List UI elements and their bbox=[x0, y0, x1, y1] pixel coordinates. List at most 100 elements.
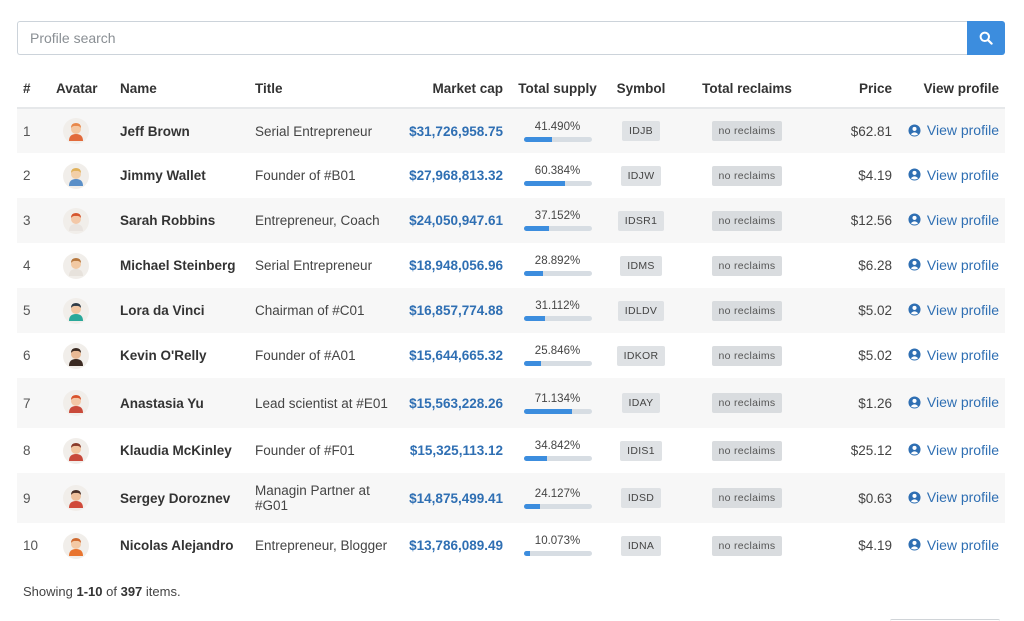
avatar-cell bbox=[50, 288, 114, 333]
symbol-badge: IDSR1 bbox=[617, 210, 665, 231]
symbol-badge: IDJB bbox=[622, 121, 660, 141]
woman-redhead-avatar bbox=[63, 207, 89, 234]
profile-name: Klaudia McKinley bbox=[120, 443, 232, 458]
user-circle-icon bbox=[908, 396, 921, 409]
row-number: 3 bbox=[23, 213, 31, 228]
total-supply-value: 10.073% bbox=[534, 535, 581, 547]
man-dark-hair-avatar bbox=[63, 485, 89, 511]
view-profile-label: View profile bbox=[926, 489, 999, 506]
reclaims-badge: no reclaims bbox=[711, 535, 783, 556]
view-profile-link[interactable]: View profile bbox=[908, 537, 999, 553]
header-num[interactable]: # bbox=[17, 70, 50, 109]
header-symbol[interactable]: Symbol bbox=[606, 70, 676, 109]
total-supply-progress-fill bbox=[523, 361, 542, 366]
reclaims-badge: no reclaims bbox=[711, 300, 783, 321]
total-supply-value: 28.892% bbox=[534, 255, 581, 267]
total-supply-progress-fill bbox=[523, 271, 544, 276]
symbol-cell: IDIS1 bbox=[606, 428, 676, 473]
view-profile-link[interactable]: View profile bbox=[908, 442, 999, 458]
profile-name: Jeff Brown bbox=[120, 123, 190, 139]
total-supply-value: 71.134% bbox=[534, 392, 581, 405]
header-name[interactable]: Name bbox=[114, 70, 249, 109]
view-profile-link[interactable]: View profile bbox=[908, 212, 999, 228]
view-profile-link[interactable]: View profile bbox=[908, 394, 999, 410]
view-profile-link[interactable]: View profile bbox=[908, 257, 999, 273]
market-cap-value: $15,325,113.12 bbox=[409, 443, 503, 458]
table-header-row: # Avatar Name Title Market cap Total sup… bbox=[17, 70, 1005, 109]
profiles-table: # Avatar Name Title Market cap Total sup… bbox=[17, 70, 1005, 568]
header-total-reclaims[interactable]: Total reclaims bbox=[676, 70, 818, 109]
header-price[interactable]: Price bbox=[818, 70, 898, 109]
view-profile-link[interactable]: View profile bbox=[908, 122, 999, 138]
user-circle-icon bbox=[908, 491, 921, 504]
profile-name: Jimmy Wallet bbox=[120, 168, 206, 183]
view-profile-link[interactable]: View profile bbox=[908, 167, 999, 183]
view-profile-label: View profile bbox=[926, 394, 999, 411]
user-circle-icon bbox=[908, 538, 921, 551]
table-row: 10 Nicolas Alejandro Entrepreneur, Blogger… bbox=[17, 523, 1005, 568]
header-total-supply[interactable]: Total supply bbox=[509, 70, 606, 109]
reclaims-badge: no reclaims bbox=[711, 255, 783, 276]
market-cap-value: $18,948,056.96 bbox=[409, 258, 503, 273]
total-supply-progress-fill bbox=[523, 503, 540, 509]
reclaims-cell: no reclaims bbox=[676, 333, 818, 378]
search-bar bbox=[17, 21, 1005, 55]
view-profile-link[interactable]: View profile bbox=[908, 302, 999, 318]
reclaims-cell: no reclaims bbox=[676, 153, 818, 198]
pagination-summary: Showing 1-10 of 397 items. bbox=[23, 584, 181, 599]
table-row: 2 Jimmy Wallet Founder of #B01 $27,968,813.… bbox=[17, 153, 1005, 198]
woman-bun-avatar bbox=[63, 437, 89, 464]
profile-search-input[interactable] bbox=[17, 21, 967, 55]
reclaims-badge: no reclaims bbox=[711, 440, 783, 461]
reclaims-badge: no reclaims bbox=[711, 210, 783, 231]
man-glasses-ginger-avatar bbox=[63, 118, 89, 144]
reclaims-badge: no reclaims bbox=[711, 165, 783, 186]
table-row: 9 Sergey Doroznev Managin Partner at #G01 $… bbox=[17, 473, 1005, 523]
symbol-badge: IDAY bbox=[621, 393, 661, 413]
man-glasses-blond-avatar bbox=[63, 162, 89, 189]
market-cap-value: $14,875,499.41 bbox=[409, 490, 503, 506]
profile-title: Entrepreneur, Coach bbox=[255, 213, 380, 228]
avatar-cell bbox=[50, 333, 114, 378]
reclaims-badge: no reclaims bbox=[711, 488, 783, 508]
view-profile-cell: View profile bbox=[898, 153, 1005, 198]
view-profile-cell: View profile bbox=[898, 473, 1005, 523]
price-value: $4.19 bbox=[858, 168, 892, 183]
total-supply-cell: 25.846% bbox=[509, 333, 606, 378]
profile-name: Kevin O'Relly bbox=[120, 348, 207, 363]
total-supply-progress-bar bbox=[523, 316, 592, 321]
row-number: 1 bbox=[23, 123, 31, 139]
view-profile-label: View profile bbox=[926, 346, 999, 363]
search-button[interactable] bbox=[967, 21, 1005, 55]
user-circle-icon bbox=[908, 348, 921, 361]
man-teal-shirt-avatar bbox=[63, 297, 89, 324]
header-avatar: Avatar bbox=[50, 70, 114, 109]
view-profile-link[interactable]: View profile bbox=[908, 489, 999, 505]
header-title[interactable]: Title bbox=[249, 70, 399, 109]
symbol-cell: IDSD bbox=[606, 473, 676, 523]
search-icon bbox=[979, 31, 993, 45]
view-profile-link[interactable]: View profile bbox=[908, 347, 999, 363]
total-supply-value: 60.384% bbox=[534, 165, 581, 177]
symbol-cell: IDJW bbox=[606, 153, 676, 198]
row-number: 4 bbox=[23, 258, 31, 273]
header-market-cap[interactable]: Market cap bbox=[399, 70, 509, 109]
reclaims-cell: no reclaims bbox=[676, 473, 818, 523]
symbol-badge: IDLDV bbox=[617, 300, 665, 321]
avatar-cell bbox=[50, 153, 114, 198]
total-supply-progress-bar bbox=[523, 361, 592, 366]
table-row: 5 Lora da Vinci Chairman of #C01 $16,857,77… bbox=[17, 288, 1005, 333]
profile-name: Anastasia Yu bbox=[120, 395, 204, 411]
total-supply-progress-bar bbox=[523, 503, 592, 509]
woman-red-hair-avatar bbox=[63, 390, 89, 416]
row-number: 7 bbox=[23, 395, 31, 411]
total-supply-value: 41.490% bbox=[534, 120, 581, 133]
man-beard-avatar bbox=[63, 342, 89, 369]
symbol-badge: IDKOR bbox=[616, 345, 666, 366]
reclaims-cell: no reclaims bbox=[676, 288, 818, 333]
symbol-cell: IDMS bbox=[606, 243, 676, 288]
total-supply-progress-fill bbox=[523, 551, 531, 556]
reclaims-cell: no reclaims bbox=[676, 243, 818, 288]
table-row: 7 Anastasia Yu Lead scientist at #E01 $15,5… bbox=[17, 378, 1005, 428]
price-value: $25.12 bbox=[850, 443, 892, 458]
